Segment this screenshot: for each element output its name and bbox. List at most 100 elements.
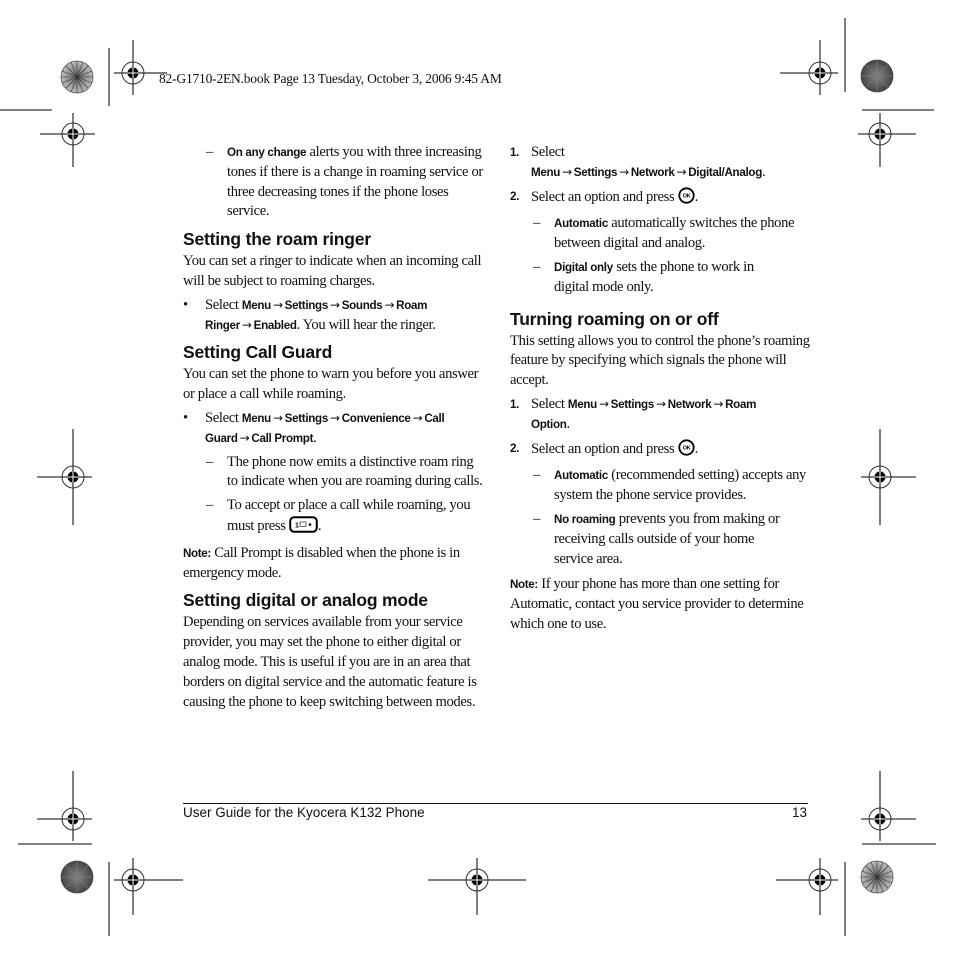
dash-marker: – <box>533 258 540 275</box>
registration-mark-icon <box>37 429 92 525</box>
step-text: Select Menu → Settings → Network → Digital/Ana… <box>531 143 781 183</box>
bullet-suffix: . You will hear the ringer. <box>296 316 436 333</box>
registration-mark-icon <box>40 113 95 167</box>
dash-item: – Automatic automatically switches the p… <box>510 214 810 254</box>
registration-mark-icon <box>37 771 92 841</box>
step-number: 1. <box>510 146 519 159</box>
keyword: On any change <box>227 146 307 159</box>
menu-path-item: Settings <box>573 165 618 179</box>
crop-mark-bottom-left <box>18 843 110 936</box>
note-label: Note: <box>510 578 538 592</box>
section-body: You can set a ringer to indicate when an… <box>183 253 482 289</box>
step-number: 2. <box>510 189 519 203</box>
menu-path-item: Enabled <box>253 318 297 332</box>
footer-rule <box>183 803 808 804</box>
numbered-step: 2. Select an option and press OK. <box>510 438 810 463</box>
dash-prefix: To accept or place a call while roaming,… <box>227 497 471 534</box>
dash-text: Digital only sets the phone to work in d… <box>554 258 784 298</box>
ok-key-icon: OK <box>678 186 695 211</box>
registration-mark-icon <box>858 113 916 167</box>
step-body: Select an option and press <box>531 188 675 205</box>
bullet-marker: • <box>183 296 188 313</box>
section-heading: Turning roaming on or off <box>510 308 719 329</box>
section-heading: Setting Call Guard <box>183 342 333 363</box>
registration-mark-icon <box>428 858 526 915</box>
print-slug: 82-G1710-2EN.book Page 13 Tuesday, Octob… <box>159 71 502 86</box>
registration-mark-icon <box>776 858 838 915</box>
step-prefix: Select <box>531 144 565 160</box>
section-body: You can set the phone to warn you before… <box>183 366 479 403</box>
section-heading: Setting digital or analog mode <box>183 590 428 611</box>
menu-path-item: Network <box>667 397 712 411</box>
step-text: Select an option and press OK. <box>531 186 698 211</box>
dash-text: Automatic automatically switches the pho… <box>554 214 810 254</box>
dash-item: – On any change alerts you with three in… <box>183 143 483 222</box>
step-text: Select an option and press OK. <box>531 438 699 463</box>
svg-text:OK: OK <box>682 193 690 199</box>
dash-text: On any change alerts you with three incr… <box>227 143 483 222</box>
dash-marker: – <box>533 467 540 484</box>
arrow-icon: → <box>598 396 609 411</box>
dash-item: – Digital only sets the phone to work in… <box>510 258 810 298</box>
dash-text: Automatic (recommended setting) accepts … <box>554 466 810 506</box>
step-number: 1. <box>510 397 519 411</box>
menu-path-item: Call Prompt <box>251 431 314 445</box>
registration-mark-icon <box>861 429 916 525</box>
step-suffix: . <box>566 415 571 432</box>
bullet-prefix: Select <box>205 296 242 313</box>
arrow-icon: → <box>619 164 629 179</box>
arrow-icon: → <box>241 317 252 332</box>
menu-path-item: Settings <box>610 397 655 411</box>
dash-marker: – <box>206 144 213 160</box>
menu-path-item: Menu <box>241 298 271 312</box>
arrow-icon: → <box>412 410 423 425</box>
left-column: – On any change alerts you with three in… <box>183 143 483 712</box>
dash-marker: – <box>533 510 540 527</box>
color-target-icon <box>860 59 894 93</box>
dash-item: – The phone now emits a distinctive roam… <box>183 453 483 493</box>
arrow-icon: → <box>384 297 395 312</box>
menu-path-item: Network <box>630 165 675 179</box>
color-target-icon <box>860 860 894 894</box>
dash-item: – To accept or place a call while roamin… <box>183 496 483 540</box>
step-suffix: . <box>761 163 766 180</box>
bullet-item: • Select Menu → Settings → Convenience → Call … <box>183 409 483 449</box>
dash-marker: – <box>533 215 540 232</box>
numbered-step: 1. Select Menu → Settings → Network → Digital/… <box>510 143 810 183</box>
section-heading: Setting the roam ringer <box>183 229 371 250</box>
page-number: 13 <box>792 805 808 820</box>
dash-item: – No roaming prevents you from making or… <box>510 510 810 569</box>
numbered-step: 2. Select an option and press OK. <box>510 186 810 211</box>
step-prefix: Select <box>531 395 568 412</box>
dash-suffix: . <box>317 517 322 534</box>
send-key-icon: 1 <box>289 516 318 540</box>
color-target-icon <box>60 860 94 894</box>
arrow-icon: → <box>656 396 666 411</box>
keyword: No roaming <box>554 512 616 526</box>
bullet-item: • Select Menu → Settings → Sounds → Roam Ringe… <box>183 296 483 336</box>
registration-mark-icon <box>780 40 838 95</box>
step-suffix: . <box>694 440 699 457</box>
registration-mark-icon <box>861 771 916 841</box>
section-body: Depending on services available from you… <box>183 614 477 710</box>
arrow-icon: → <box>676 164 687 179</box>
step-number: 2. <box>510 441 519 455</box>
note: Note: Call Prompt is disabled when the p… <box>183 544 483 584</box>
crop-mark-top-right <box>844 18 934 111</box>
note-label: Note: <box>183 546 211 560</box>
arrow-icon: → <box>272 297 283 312</box>
arrow-icon: → <box>239 430 250 445</box>
menu-path-item: Convenience <box>341 411 411 425</box>
arrow-icon: → <box>713 396 724 411</box>
color-target-icon <box>60 60 94 94</box>
svg-text:OK: OK <box>682 445 690 451</box>
menu-path-item: Sounds <box>341 298 383 312</box>
arrow-icon: → <box>562 164 572 179</box>
menu-path-item: Digital/Analog <box>688 165 762 179</box>
dash-text: To accept or place a call while roaming,… <box>227 496 483 540</box>
section-body: This setting allows you to control the p… <box>510 332 810 389</box>
ok-key-icon: OK <box>678 438 695 463</box>
bullet-text: Select Menu → Settings → Convenience → Call Gu… <box>205 409 483 449</box>
keyword: Automatic <box>554 469 608 483</box>
dash-marker: – <box>206 497 213 514</box>
